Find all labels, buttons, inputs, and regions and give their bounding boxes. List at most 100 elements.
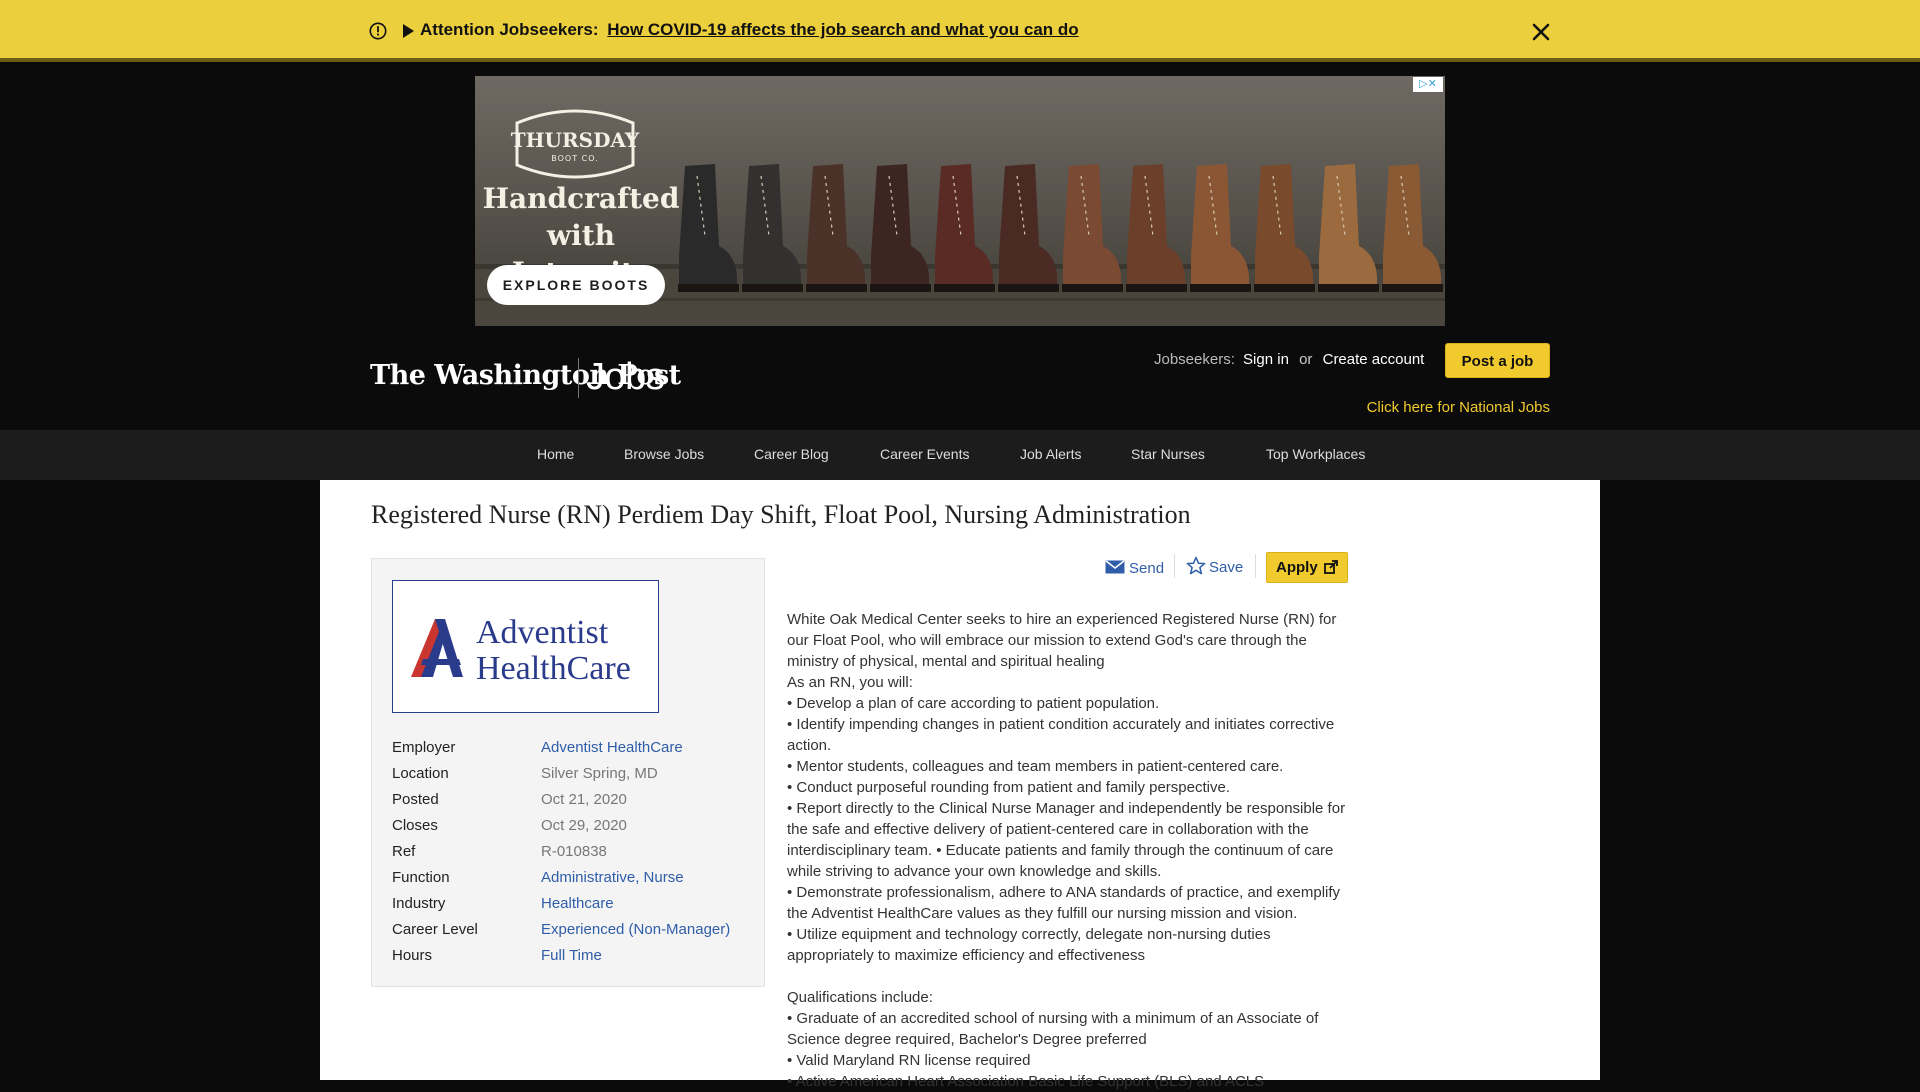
meta-label: Function: [392, 869, 450, 886]
nav-job-alerts[interactable]: Job Alerts: [1020, 446, 1081, 462]
meta-label: Employer: [392, 739, 456, 756]
employer-link[interactable]: Adventist HealthCare: [541, 739, 683, 756]
boot-sole: [998, 284, 1059, 292]
explore-boots-button[interactable]: EXPLORE BOOTS: [487, 265, 665, 305]
alert-prefix: Attention Jobseekers:: [420, 20, 599, 39]
boot-sole: [1190, 284, 1251, 292]
boot-sole: [934, 284, 995, 292]
meta-label: Hours: [392, 947, 433, 964]
boot-sole: [870, 284, 931, 292]
adchoices-icon[interactable]: ▷✕: [1413, 77, 1443, 92]
logo-text-adventist: Adventist: [476, 614, 609, 651]
function-values: Administrative, Nurse: [541, 869, 684, 886]
meta-label: Industry: [392, 895, 446, 912]
job-description: White Oak Medical Center seeks to hire a…: [787, 609, 1352, 1092]
boot: [1319, 164, 1377, 286]
action-divider: [1255, 554, 1256, 578]
boot: [1127, 164, 1185, 286]
account-links: Jobseekers: Sign in or Create account: [1154, 351, 1424, 368]
hours-link[interactable]: Full Time: [541, 947, 602, 964]
boot: [1255, 164, 1313, 286]
save-button[interactable]: Save: [1186, 556, 1243, 576]
apply-button[interactable]: Apply: [1266, 552, 1348, 583]
create-account-link[interactable]: Create account: [1323, 351, 1425, 368]
nav-career-blog[interactable]: Career Blog: [754, 446, 829, 462]
jobs-logo[interactable]: Jobs: [586, 356, 665, 399]
description-bullet: • Report directly to the Clinical Nurse …: [787, 800, 1346, 880]
employer-logo[interactable]: Adventist HealthCare: [392, 580, 659, 713]
nav-top-workplaces[interactable]: Top Workplaces: [1266, 446, 1365, 462]
boot: [871, 164, 929, 286]
jobseekers-label: Jobseekers:: [1154, 351, 1235, 368]
boot-sole: [1382, 284, 1443, 292]
job-summary-panel: Adventist HealthCare Employer Adventist …: [371, 558, 765, 987]
boot-sole: [1254, 284, 1315, 292]
meta-label: Posted: [392, 791, 439, 808]
national-jobs-link[interactable]: Click here for National Jobs: [1364, 399, 1550, 416]
send-label: Send: [1129, 560, 1165, 577]
close-icon[interactable]: [1530, 21, 1552, 43]
logo-divider: [578, 358, 579, 398]
description-bullet: • Identify impending changes in patient …: [787, 716, 1335, 754]
covid-alert-banner: Attention Jobseekers: How COVID-19 affec…: [0, 0, 1920, 62]
meta-label: Ref: [392, 843, 416, 860]
or-text: or: [1299, 351, 1313, 368]
function-separator: ,: [635, 869, 644, 886]
qualification-bullet: • Graduate of an accredited school of nu…: [787, 1010, 1319, 1048]
svg-text:BOOT CO.: BOOT CO.: [551, 154, 598, 163]
qualifications-heading: Qualifications include:: [787, 989, 933, 1006]
description-bullet: • Mentor students, colleagues and team m…: [787, 758, 1284, 775]
meta-value: R-010838: [541, 843, 607, 860]
ad-headline-line1: Handcrafted: [482, 182, 680, 215]
boot: [1383, 164, 1441, 286]
apply-label: Apply: [1276, 559, 1318, 576]
star-outline-icon: [1186, 556, 1206, 575]
description-line: As an RN, you will:: [787, 674, 913, 691]
boot: [743, 164, 801, 286]
description-bullet: • Conduct purposeful rounding from patie…: [787, 779, 1230, 796]
boot-sole: [678, 284, 739, 292]
boot: [807, 164, 865, 286]
send-button[interactable]: Send: [1105, 559, 1164, 577]
qualification-bullet: • Valid Maryland RN license required: [787, 1052, 1031, 1069]
boot-sole: [806, 284, 867, 292]
envelope-icon: [1105, 560, 1125, 574]
boot: [1063, 164, 1121, 286]
nav-star-nurses[interactable]: Star Nurses: [1131, 446, 1205, 462]
alert-message: Attention Jobseekers: How COVID-19 affec…: [420, 20, 1079, 40]
boot: [935, 164, 993, 286]
boot: [999, 164, 1057, 286]
meta-label: Closes: [392, 817, 438, 834]
boot: [679, 164, 737, 286]
svg-text:THURSDAY: THURSDAY: [511, 128, 640, 152]
post-a-job-button[interactable]: Post a job: [1445, 343, 1550, 378]
boot-sole: [1126, 284, 1187, 292]
industry-link[interactable]: Healthcare: [541, 895, 614, 912]
nav-browse-jobs[interactable]: Browse Jobs: [624, 446, 704, 462]
boots-product-image: [678, 164, 1443, 292]
function-administrative-link[interactable]: Administrative: [541, 869, 635, 886]
thursday-boot-co-logo: THURSDAY BOOT CO.: [511, 109, 640, 179]
boot-sole: [1318, 284, 1379, 292]
adventist-healthcare-logo: Adventist HealthCare: [411, 614, 631, 687]
alert-covid-link[interactable]: How COVID-19 affects the job search and …: [607, 20, 1078, 39]
job-detail-content: Registered Nurse (RN) Perdiem Day Shift,…: [320, 480, 1600, 1090]
external-link-icon: [1323, 560, 1338, 574]
meta-label: Career Level: [392, 921, 478, 938]
nav-home[interactable]: Home: [537, 446, 574, 462]
boot-sole: [742, 284, 803, 292]
expand-triangle-icon[interactable]: [403, 24, 414, 38]
meta-value: Oct 21, 2020: [541, 791, 627, 808]
boot: [1191, 164, 1249, 286]
sign-in-link[interactable]: Sign in: [1243, 351, 1289, 368]
meta-value: Oct 29, 2020: [541, 817, 627, 834]
meta-value: Silver Spring, MD: [541, 765, 658, 782]
career-level-link[interactable]: Experienced (Non-Manager): [541, 921, 730, 938]
function-nurse-link[interactable]: Nurse: [644, 869, 684, 886]
advertisement-banner[interactable]: ▷✕ THURSDAY BOOT CO. Handcrafted with In…: [475, 76, 1445, 326]
description-bullet: • Demonstrate professionalism, adhere to…: [787, 884, 1341, 922]
nav-career-events[interactable]: Career Events: [880, 446, 969, 462]
boot-sole: [1062, 284, 1123, 292]
action-divider: [1174, 554, 1175, 578]
